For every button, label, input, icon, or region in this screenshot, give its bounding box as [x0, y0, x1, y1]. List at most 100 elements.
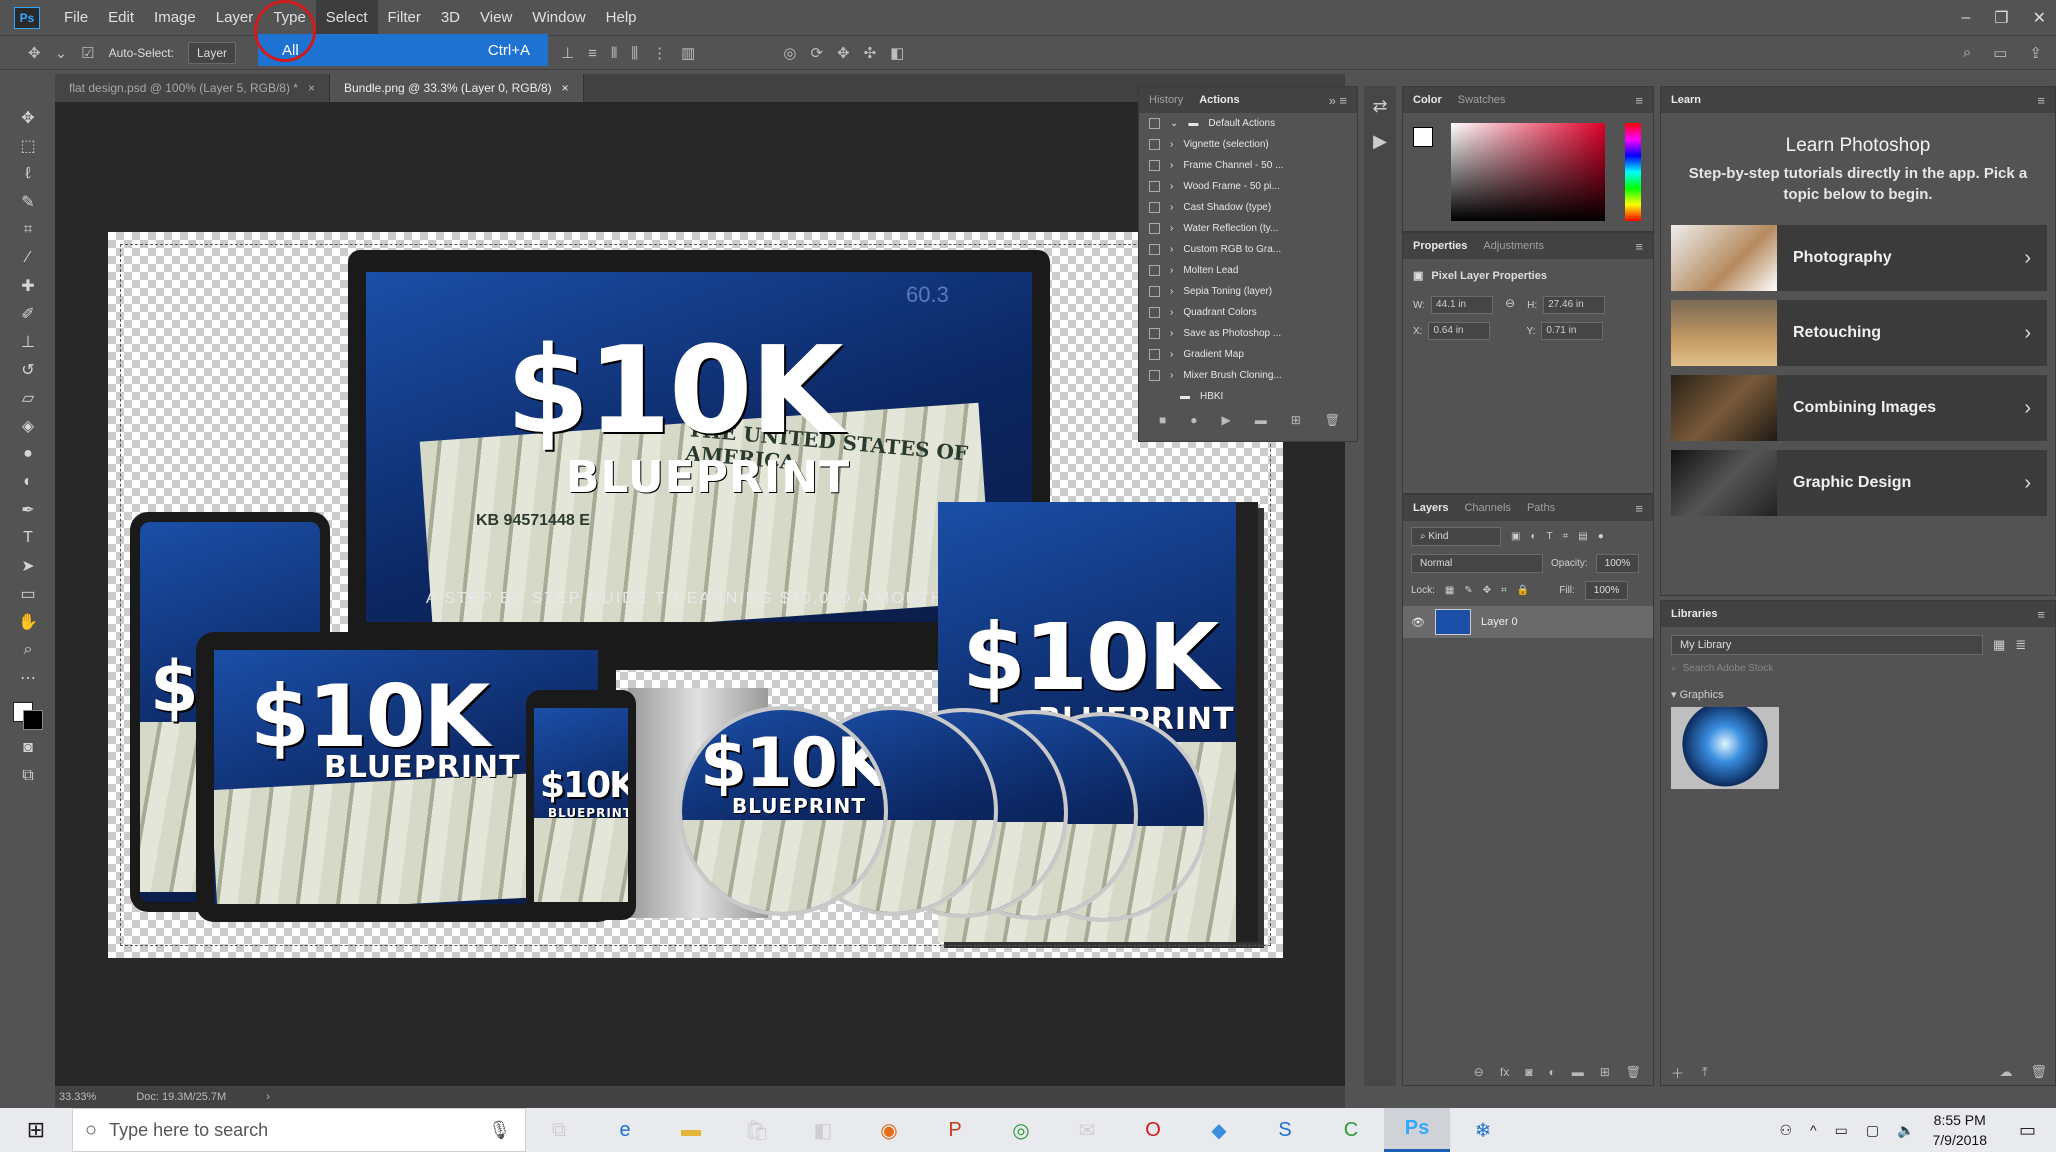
- checkbox-icon[interactable]: [1149, 307, 1160, 318]
- fx-icon[interactable]: fx: [1500, 1065, 1509, 1079]
- panel-menu-icon[interactable]: ≡: [1635, 239, 1643, 254]
- action-item[interactable]: › Water Reflection (ty...: [1139, 218, 1357, 239]
- skype-icon[interactable]: S: [1252, 1108, 1318, 1152]
- kind-filter-dropdown[interactable]: ⌕ Kind: [1411, 527, 1501, 546]
- type-tool-icon[interactable]: T: [15, 528, 41, 548]
- brush-tool-icon[interactable]: ✐: [15, 304, 41, 324]
- action-item[interactable]: › Cast Shadow (type): [1139, 197, 1357, 218]
- notification-icon[interactable]: ▭: [2019, 1120, 2036, 1141]
- height-field[interactable]: H: 27.46 in: [1527, 296, 1606, 314]
- color-swatches[interactable]: [13, 702, 43, 730]
- checkbox-icon[interactable]: [1149, 265, 1160, 276]
- lock-pixels-icon[interactable]: ✎: [1464, 585, 1472, 596]
- close-icon[interactable]: ×: [308, 81, 315, 95]
- opacity-input[interactable]: 100%: [1595, 554, 1640, 573]
- marquee-tool-icon[interactable]: ⬚: [15, 136, 41, 156]
- lock-all-icon[interactable]: 🔒: [1517, 585, 1529, 596]
- height-input[interactable]: 27.46 in: [1543, 296, 1606, 314]
- taskbar-search[interactable]: ○ Type here to search 🎙: [72, 1108, 526, 1152]
- distribute-icon[interactable]: ⋮: [652, 44, 667, 62]
- pen-tool-icon[interactable]: ✒: [15, 500, 41, 520]
- distribute-icon[interactable]: ⫴: [611, 45, 617, 62]
- 3d-roll-icon[interactable]: ⟳: [810, 44, 823, 62]
- file-explorer-icon[interactable]: ▬: [658, 1108, 724, 1152]
- tab-channels[interactable]: Channels: [1464, 502, 1510, 514]
- action-folder[interactable]: ▬ HBKI: [1139, 386, 1357, 407]
- chevron-right-icon[interactable]: ›: [1170, 307, 1173, 318]
- move-tool-icon[interactable]: ✥: [28, 44, 41, 62]
- opera-icon[interactable]: O: [1120, 1108, 1186, 1152]
- action-item[interactable]: › Wood Frame - 50 pi...: [1139, 176, 1357, 197]
- learn-topic-combining-images[interactable]: Combining Images ›: [1671, 375, 2047, 441]
- chevron-down-icon[interactable]: ⌄: [55, 44, 68, 62]
- app-icon[interactable]: ◆: [1186, 1108, 1252, 1152]
- zoom-level[interactable]: 33.33%: [59, 1091, 96, 1103]
- upload-icon[interactable]: ⤒: [1702, 1064, 1708, 1080]
- action-item[interactable]: › Quadrant Colors: [1139, 302, 1357, 323]
- camtasia-icon[interactable]: C: [1318, 1108, 1384, 1152]
- link-layers-icon[interactable]: ⊖: [1474, 1065, 1484, 1079]
- distribute-icon[interactable]: ⫼: [631, 45, 638, 62]
- action-item[interactable]: › Molten Lead: [1139, 260, 1357, 281]
- color-picker-field[interactable]: [1451, 123, 1605, 221]
- people-icon[interactable]: ⚇: [1779, 1122, 1792, 1139]
- hand-tool-icon[interactable]: ✋: [15, 612, 41, 632]
- 3d-pan-icon[interactable]: ✥: [837, 44, 850, 62]
- microphone-icon[interactable]: 🎙: [488, 1120, 525, 1141]
- checkbox-icon[interactable]: [1149, 139, 1160, 150]
- filter-pixel-icon[interactable]: ▣: [1511, 531, 1520, 542]
- photoshop-taskbar-icon[interactable]: Ps: [1384, 1108, 1450, 1152]
- chevron-right-icon[interactable]: ›: [1170, 139, 1173, 150]
- add-icon[interactable]: ＋: [1671, 1063, 1684, 1082]
- menu-file[interactable]: File: [54, 0, 98, 36]
- library-search[interactable]: ⌕ Search Adobe Stock: [1661, 663, 2055, 674]
- x-field[interactable]: X: 0.64 in: [1413, 322, 1491, 340]
- 3d-slide-icon[interactable]: ✣: [864, 44, 877, 62]
- tab-paths[interactable]: Paths: [1527, 502, 1555, 514]
- share-icon[interactable]: ⇪: [2029, 44, 2042, 62]
- chevron-right-icon[interactable]: ›: [266, 1091, 270, 1103]
- volume-icon[interactable]: 🔈: [1897, 1122, 1914, 1139]
- workspace-icon[interactable]: ▭: [1993, 44, 2007, 62]
- tab-learn[interactable]: Learn: [1671, 94, 1701, 106]
- menu-filter[interactable]: Filter: [378, 0, 431, 36]
- mask-icon[interactable]: ◙: [1525, 1065, 1532, 1079]
- more-tools-icon[interactable]: ⋯: [15, 668, 41, 688]
- 3d-scale-icon[interactable]: ◧: [890, 44, 904, 62]
- menu-edit[interactable]: Edit: [98, 0, 144, 36]
- powerpoint-icon[interactable]: P: [922, 1108, 988, 1152]
- minimize-icon[interactable]: –: [1961, 9, 1970, 27]
- menu-select[interactable]: Select: [315, 0, 378, 36]
- chevron-right-icon[interactable]: ›: [1170, 349, 1173, 360]
- stop-icon[interactable]: ■: [1159, 413, 1166, 427]
- tab-color[interactable]: Color: [1413, 94, 1442, 106]
- firefox-icon[interactable]: ◉: [856, 1108, 922, 1152]
- library-dropdown[interactable]: My Library: [1671, 635, 1983, 655]
- filter-type-icon[interactable]: T: [1547, 531, 1553, 542]
- eye-icon[interactable]: 👁: [1411, 616, 1425, 629]
- checkbox-icon[interactable]: [1149, 349, 1160, 360]
- graphic-asset-thumbnail[interactable]: [1671, 707, 1779, 789]
- lock-artboard-icon[interactable]: ⌗: [1501, 585, 1507, 596]
- mail-icon[interactable]: ✉: [1054, 1108, 1120, 1152]
- checkbox-icon[interactable]: [1149, 118, 1160, 129]
- cloud-icon[interactable]: ☁: [1999, 1064, 2012, 1080]
- adjustment-layer-icon[interactable]: ◐: [1548, 1065, 1555, 1079]
- start-button[interactable]: ⊞: [0, 1108, 72, 1152]
- distribute-icon[interactable]: ≡: [588, 45, 597, 62]
- tab-adjustments[interactable]: Adjustments: [1483, 240, 1544, 252]
- delete-icon[interactable]: 🗑: [1626, 1065, 1641, 1079]
- tab-libraries[interactable]: Libraries: [1671, 608, 1717, 620]
- panel-menu-icon[interactable]: ≡: [2037, 607, 2045, 622]
- grid-view-icon[interactable]: ▦: [1993, 637, 2005, 653]
- action-item[interactable]: › Save as Photoshop ...: [1139, 323, 1357, 344]
- chevron-right-icon[interactable]: ›: [1170, 202, 1173, 213]
- y-field[interactable]: Y: 0.71 in: [1526, 322, 1604, 340]
- network-icon[interactable]: ▢: [1866, 1122, 1879, 1139]
- tab-swatches[interactable]: Swatches: [1458, 94, 1506, 106]
- chrome-icon[interactable]: ◎: [988, 1108, 1054, 1152]
- auto-select-target-dropdown[interactable]: Layer: [187, 42, 237, 64]
- chevron-right-icon[interactable]: ›: [1170, 265, 1173, 276]
- app-icon[interactable]: ◧: [790, 1108, 856, 1152]
- restore-icon[interactable]: ❐: [1994, 8, 2008, 28]
